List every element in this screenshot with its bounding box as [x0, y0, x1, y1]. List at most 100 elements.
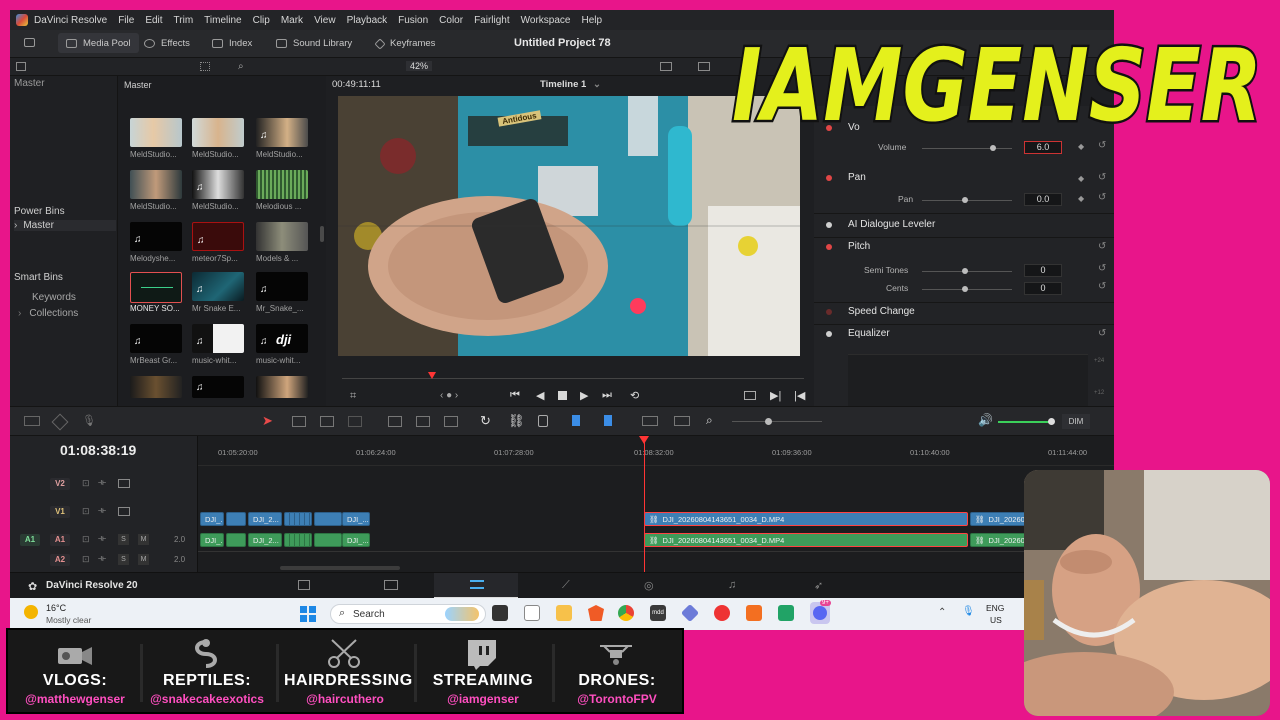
- brave-browser-icon[interactable]: [588, 605, 604, 621]
- track-v2-label[interactable]: V2: [50, 478, 70, 490]
- menu-timeline[interactable]: Timeline: [204, 15, 241, 26]
- menu-fairlight[interactable]: Fairlight: [474, 15, 510, 26]
- monitor-volume-handle[interactable]: [1048, 418, 1055, 425]
- menu-file[interactable]: File: [118, 15, 134, 26]
- replace-clip-icon[interactable]: [444, 416, 458, 427]
- media-page-icon[interactable]: [298, 580, 310, 590]
- microphone-icon[interactable]: 🎙: [82, 414, 96, 427]
- media-pool-scrollbar[interactable]: [320, 226, 324, 242]
- enable-dot[interactable]: [826, 309, 832, 315]
- power-bin-master[interactable]: › Master: [14, 220, 116, 231]
- timeline-ruler[interactable]: 01:05:20:00 01:06:24:00 01:07:28:00 01:0…: [198, 436, 1114, 466]
- video-clip[interactable]: ⛓ DJI_20260: [970, 512, 1030, 526]
- go-to-start-icon[interactable]: ⏮: [510, 389, 520, 402]
- menu-playback[interactable]: Playback: [347, 15, 388, 26]
- audio-clip[interactable]: [226, 533, 246, 547]
- audio-clip-selected[interactable]: ⛓ DJI_20260804143651_0034_D.MP4: [644, 533, 968, 547]
- scrubber-playhead[interactable]: [428, 372, 436, 379]
- link-icon[interactable]: ⛓: [508, 413, 525, 429]
- pan-value-field[interactable]: 0.0: [1024, 193, 1062, 206]
- microphone-icon[interactable]: 🎙: [962, 606, 975, 617]
- list-view-icon[interactable]: [16, 62, 26, 71]
- menu-view[interactable]: View: [314, 15, 336, 26]
- index-button[interactable]: Index: [212, 38, 252, 49]
- timeline-scrollbar[interactable]: [280, 566, 400, 570]
- keyframes-button[interactable]: Keyframes: [374, 37, 435, 50]
- enable-dot[interactable]: [826, 175, 832, 181]
- dynamic-trim-icon[interactable]: [320, 416, 334, 427]
- video-clip[interactable]: [226, 512, 246, 526]
- lock-icon[interactable]: ⊡: [82, 554, 90, 565]
- zoom-full-icon[interactable]: [642, 416, 658, 426]
- zoom-detail-icon[interactable]: [674, 416, 690, 426]
- enable-dot[interactable]: [826, 244, 832, 250]
- weather-condition[interactable]: Mostly clear: [46, 615, 91, 625]
- clip-thumbnail[interactable]: ♫: [192, 324, 244, 353]
- app-icon[interactable]: [778, 605, 794, 621]
- clip-thumbnail[interactable]: [130, 170, 182, 199]
- video-clip[interactable]: DJI_...: [200, 512, 224, 526]
- app-icon[interactable]: [680, 603, 700, 623]
- track-a2-label[interactable]: A2: [50, 554, 70, 566]
- clip-thumbnail[interactable]: ♫ dji: [256, 324, 308, 353]
- audio-clip[interactable]: [314, 533, 342, 547]
- discord-taskbar-button[interactable]: 9+: [810, 600, 831, 624]
- enable-dot[interactable]: [826, 331, 832, 337]
- clip-thumbnail[interactable]: [256, 222, 308, 251]
- clip-thumbnail[interactable]: ♫: [256, 118, 308, 147]
- region-indicator[interactable]: US: [990, 615, 1002, 625]
- keyframe-diamond-icon[interactable]: ◆: [1078, 174, 1084, 183]
- track-v1-label[interactable]: V1: [50, 506, 70, 518]
- track-visibility-icon[interactable]: [118, 507, 130, 516]
- cents-handle[interactable]: [962, 286, 968, 292]
- menu-trim[interactable]: Trim: [174, 15, 194, 26]
- go-to-end-icon[interactable]: ⏭: [602, 389, 612, 402]
- auto-select-icon[interactable]: ⟛: [98, 553, 106, 564]
- timeline-options-icon[interactable]: [24, 416, 40, 426]
- color-page-icon[interactable]: ◎: [644, 579, 654, 592]
- resolve-taskbar-icon[interactable]: [714, 605, 730, 621]
- weather-temp[interactable]: 16°C: [46, 603, 66, 613]
- reset-icon[interactable]: ↺: [1098, 192, 1106, 203]
- clip-thumbnail[interactable]: ♫: [130, 324, 182, 353]
- taskbar-search[interactable]: ⌕ Search: [330, 604, 486, 624]
- marker-icon[interactable]: [604, 415, 612, 426]
- bin-master-top[interactable]: Master: [14, 78, 45, 89]
- flag-icon[interactable]: [572, 415, 580, 426]
- audio-clip[interactable]: DJI_...: [342, 533, 370, 547]
- auto-select-icon[interactable]: ⟛: [98, 477, 106, 488]
- blade-tool-icon[interactable]: [348, 416, 362, 427]
- video-clip[interactable]: DJI_...: [342, 512, 370, 526]
- cents-field[interactable]: 0: [1024, 282, 1062, 295]
- deliver-page-icon[interactable]: ➶: [814, 579, 823, 592]
- play-reverse-icon[interactable]: ◀: [536, 389, 544, 402]
- next-edit-icon[interactable]: ▶|: [770, 389, 781, 402]
- media-pool-button[interactable]: Media Pool: [58, 33, 139, 53]
- lock-icon[interactable]: ⊡: [82, 506, 90, 517]
- cut-page-icon[interactable]: [384, 580, 398, 590]
- timeline-dropdown[interactable]: Timeline 1 ⌄: [540, 79, 601, 90]
- task-view-icon[interactable]: [492, 605, 508, 621]
- mute-button[interactable]: M: [138, 554, 149, 565]
- fairlight-page-icon[interactable]: ♫: [728, 579, 736, 591]
- effects-button[interactable]: Effects: [144, 38, 190, 49]
- clip-thumbnail[interactable]: [130, 376, 182, 398]
- audio-clip[interactable]: ⛓ DJI_20260: [970, 533, 1030, 547]
- clip-thumbnail[interactable]: [130, 118, 182, 147]
- chevron-up-icon[interactable]: ⌃: [938, 607, 946, 618]
- dialogue-leveler-section[interactable]: AI Dialogue Leveler: [814, 217, 1104, 237]
- solo-button[interactable]: S: [118, 534, 129, 545]
- jog-control-icon[interactable]: ‹ ● ›: [440, 390, 458, 401]
- speaker-icon[interactable]: 🔊: [978, 413, 993, 427]
- language-indicator[interactable]: ENG: [986, 603, 1004, 613]
- clip-thumbnail[interactable]: ♫: [192, 222, 244, 251]
- auto-select-icon[interactable]: ⟛: [98, 533, 106, 544]
- search-icon[interactable]: ⌕: [238, 61, 244, 72]
- fusion-page-icon[interactable]: ⟋: [562, 579, 570, 592]
- video-clip-group[interactable]: [284, 512, 312, 526]
- overwrite-clip-icon[interactable]: [416, 416, 430, 427]
- audio-clip[interactable]: DJI_2...: [248, 533, 282, 547]
- zoom-dropdown[interactable]: 42%: [406, 61, 433, 71]
- play-icon[interactable]: ▶: [580, 389, 588, 402]
- start-button[interactable]: [300, 606, 316, 622]
